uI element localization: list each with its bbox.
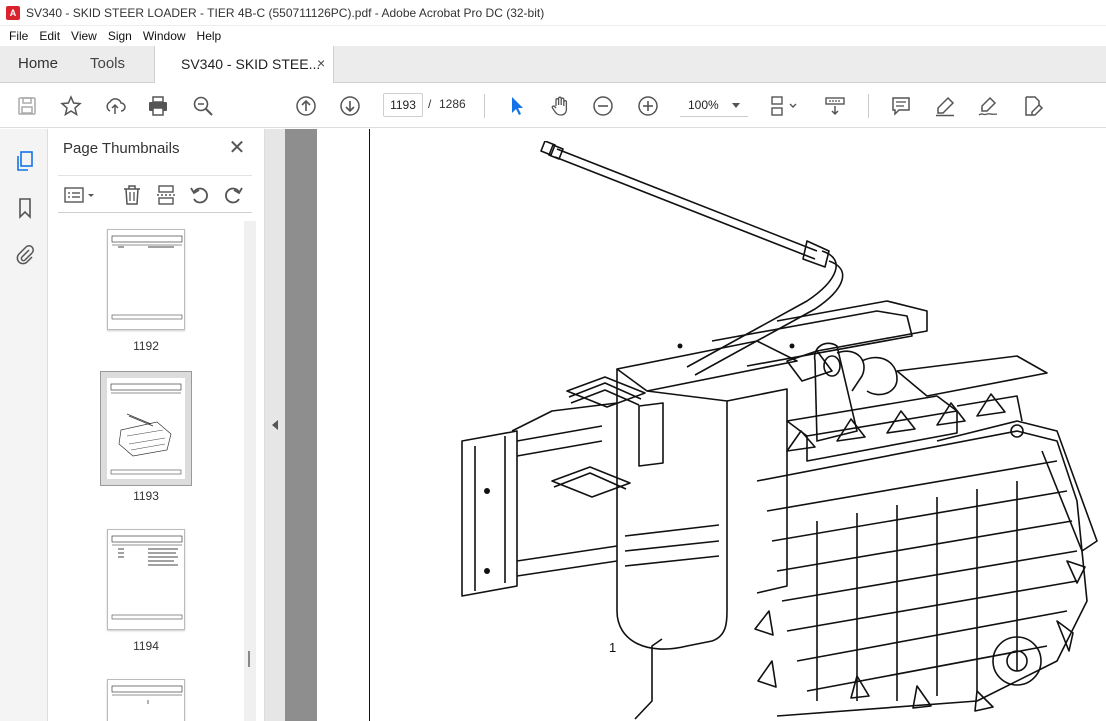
chevron-down-icon	[732, 103, 740, 108]
rotate-right-icon[interactable]	[221, 183, 245, 207]
page-frame-line	[369, 129, 370, 721]
menu-bar: File Edit View Sign Window Help	[0, 26, 1106, 46]
page-thumbnails-icon[interactable]	[12, 148, 38, 174]
toolbar: 1193 / 1286 100%	[0, 84, 1106, 128]
search-zoom-icon[interactable]	[190, 93, 216, 119]
next-page-icon[interactable]	[337, 93, 363, 119]
page-total: 1286	[439, 97, 466, 111]
save-icon[interactable]	[14, 93, 40, 119]
page-thumbnail-selected[interactable]	[100, 371, 192, 486]
collapse-panel-icon[interactable]	[272, 420, 278, 430]
comment-icon[interactable]	[888, 93, 914, 119]
page-thumbnail[interactable]	[107, 529, 185, 630]
scrollbar-grip[interactable]	[248, 651, 250, 667]
sign-icon[interactable]	[975, 93, 1001, 119]
callout-label: 1	[609, 640, 617, 655]
zoom-out-icon[interactable]	[590, 93, 616, 119]
menu-file[interactable]: File	[9, 29, 28, 43]
delete-icon[interactable]	[120, 183, 144, 207]
bookmark-icon[interactable]	[12, 195, 38, 221]
panel-splitter[interactable]	[265, 129, 285, 721]
menu-view[interactable]: View	[71, 29, 97, 43]
menu-window[interactable]: Window	[143, 29, 186, 43]
menu-help[interactable]: Help	[197, 29, 222, 43]
hand-icon[interactable]	[547, 93, 573, 119]
prev-page-icon[interactable]	[293, 93, 319, 119]
pdf-page: 1	[317, 129, 1106, 721]
tab-home[interactable]: Home	[18, 55, 58, 72]
page-thumbnail[interactable]	[107, 679, 185, 721]
zoom-in-icon[interactable]	[635, 93, 661, 119]
title-bar: A SV340 - SKID STEER LOADER - TIER 4B-C …	[0, 0, 1106, 26]
navigation-rail	[0, 129, 48, 721]
page-number-input[interactable]: 1193	[383, 93, 423, 117]
print-icon[interactable]	[145, 93, 171, 119]
thumbnail-list: 1192 1193 1194	[48, 215, 265, 721]
highlight-icon[interactable]	[932, 93, 958, 119]
tab-document[interactable]: SV340 - SKID STEE... ×	[154, 46, 334, 83]
page-thumbnail[interactable]	[107, 229, 185, 330]
acrobat-icon: A	[6, 5, 20, 20]
page-separator: /	[428, 97, 432, 111]
menu-sign[interactable]: Sign	[108, 29, 132, 43]
upload-icon[interactable]	[102, 93, 128, 119]
thumbnails-panel: Page Thumbnails ✕ 1192 1193 1194	[48, 129, 265, 721]
trencher-attachment-drawing	[461, 141, 1098, 720]
zoom-select[interactable]: 100%	[680, 93, 748, 117]
tab-bar: Home Tools SV340 - SKID STEE... ×	[0, 46, 1106, 83]
window-title: SV340 - SKID STEER LOADER - TIER 4B-C (5…	[26, 5, 545, 20]
zoom-value: 100%	[688, 98, 719, 112]
toolbar-divider	[868, 94, 869, 118]
thumbnail-page-number: 1193	[133, 489, 159, 503]
thumbnails-scrollbar[interactable]	[244, 221, 256, 721]
document-viewport[interactable]: 1	[285, 129, 1106, 721]
split-pages-icon[interactable]	[154, 183, 178, 207]
star-icon[interactable]	[58, 93, 84, 119]
close-icon[interactable]: ✕	[226, 137, 248, 159]
tab-tools[interactable]: Tools	[90, 55, 125, 72]
thumbnails-panel-title: Page Thumbnails	[63, 140, 180, 157]
tab-close-icon[interactable]: ×	[317, 55, 325, 71]
thumbnail-page-number: 1194	[133, 639, 159, 653]
thumbnails-toolbar	[58, 175, 252, 213]
thumbnail-options-icon[interactable]	[62, 183, 98, 207]
edit-pdf-icon[interactable]	[1020, 93, 1046, 119]
toolbar-divider	[484, 94, 485, 118]
page-fit-icon[interactable]	[766, 93, 802, 119]
tab-document-label: SV340 - SKID STEE...	[181, 56, 321, 72]
attachment-icon[interactable]	[12, 241, 38, 267]
scroll-mode-icon[interactable]	[822, 93, 848, 119]
menu-edit[interactable]: Edit	[39, 29, 60, 43]
select-arrow-icon[interactable]	[504, 93, 530, 119]
thumbnail-page-number: 1192	[133, 339, 159, 353]
rotate-left-icon[interactable]	[188, 183, 212, 207]
